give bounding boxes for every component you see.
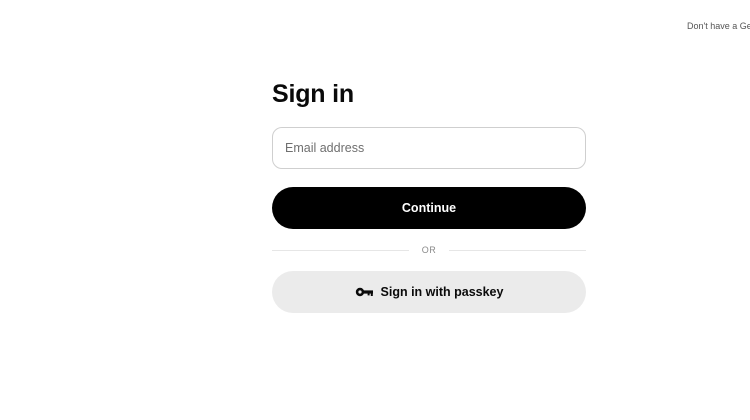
divider-line-left — [272, 249, 409, 251]
email-field[interactable] — [272, 127, 586, 169]
page-title: Sign in — [272, 80, 354, 108]
passkey-button[interactable]: Sign in with passkey — [272, 271, 586, 313]
or-divider: OR — [272, 244, 586, 256]
signin-page: Don't have a Ge Sign in Continue OR Sig — [0, 0, 750, 420]
continue-button-label: Continue — [401, 201, 457, 215]
signin-form: Sign in Continue OR Sign in with passkey — [272, 78, 586, 313]
divider-line-right — [449, 249, 586, 251]
divider-label: OR — [421, 245, 437, 255]
passkey-button-label: Sign in with passkey — [380, 285, 504, 299]
key-icon — [355, 287, 374, 297]
continue-button[interactable]: Continue — [272, 187, 586, 229]
signup-link[interactable]: Don't have a Ge — [687, 21, 750, 31]
